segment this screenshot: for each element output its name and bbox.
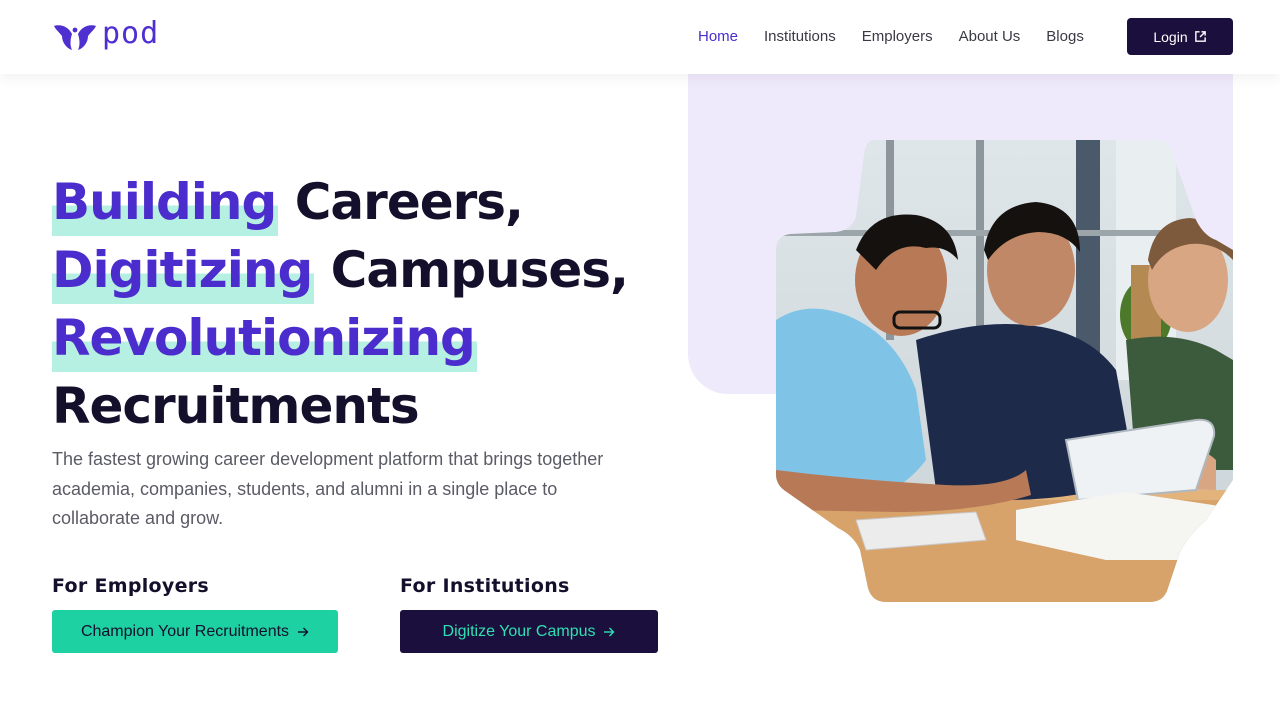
hero-line-3: Revolutionizing	[52, 304, 692, 372]
digitize-campus-button[interactable]: Digitize Your Campus	[400, 610, 658, 653]
pod-logo[interactable]: pod	[52, 16, 160, 52]
login-button[interactable]: Login	[1127, 18, 1233, 55]
hero-highlight-building: Building	[52, 168, 279, 236]
nav-blogs[interactable]: Blogs	[1046, 27, 1084, 47]
main-nav: Home Institutions Employers About Us Blo…	[698, 27, 1110, 47]
site-header: pod Home Institutions Employers About Us…	[0, 0, 1280, 74]
nav-home[interactable]: Home	[698, 27, 738, 47]
hero-line-1: Building Careers,	[52, 168, 692, 236]
hero-highlight-revolutionizing: Revolutionizing	[52, 304, 477, 372]
login-button-label: Login	[1153, 28, 1188, 45]
hero-heading: Building Careers, Digitizing Campuses, R…	[52, 168, 692, 440]
nav-institutions[interactable]: Institutions	[764, 27, 836, 47]
hero-image	[776, 140, 1233, 602]
hero-text-careers: Careers,	[278, 173, 524, 231]
hero-line-4: Recruitments	[52, 377, 420, 435]
logo-text: pod	[102, 16, 160, 51]
hero-text-campuses: Campuses,	[314, 241, 629, 299]
for-employers-label: For Employers	[52, 575, 210, 597]
students-photo	[776, 140, 1233, 602]
hero-line-2: Digitizing Campuses,	[52, 236, 692, 304]
arrow-right-icon	[298, 627, 309, 636]
hero-highlight-digitizing: Digitizing	[52, 236, 315, 304]
hero-description: The fastest growing career development p…	[52, 449, 604, 528]
arrow-right-icon	[604, 627, 615, 636]
for-institutions-label: For Institutions	[400, 575, 570, 597]
external-link-icon	[1194, 31, 1206, 42]
champion-recruitments-label: Champion Your Recruitments	[80, 622, 290, 640]
digitize-campus-label: Digitize Your Campus	[442, 622, 596, 640]
pod-logo-icon	[54, 25, 96, 50]
champion-recruitments-button[interactable]: Champion Your Recruitments	[52, 610, 338, 653]
nav-about-us[interactable]: About Us	[959, 27, 1021, 47]
nav-employers[interactable]: Employers	[862, 27, 933, 47]
